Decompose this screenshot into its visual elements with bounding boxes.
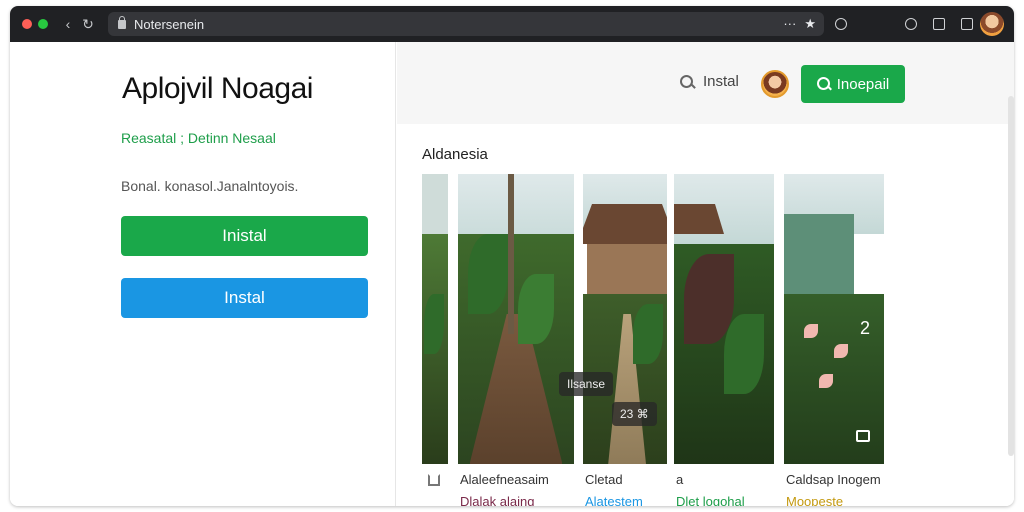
address-bar[interactable]: Notersenein ··· ★	[108, 12, 824, 36]
bookmark-star-icon[interactable]: ★	[804, 16, 816, 32]
avatar[interactable]	[761, 70, 789, 98]
gallery-card[interactable]: 23 ⌘ a Dlet logohal	[612, 174, 774, 506]
header-install-button[interactable]: Inoepail	[801, 65, 905, 103]
home-icon[interactable]	[428, 474, 440, 486]
maximize-window-button[interactable]	[38, 19, 48, 29]
primary-install-button[interactable]: Inistal	[121, 216, 368, 256]
image-gallery: Alaleefneasaim Dlalak alaing Ilsanse Cle…	[422, 174, 892, 506]
gallery-card[interactable]: Ilsanse Cletad Alatestem	[559, 174, 667, 506]
search-icon	[679, 74, 695, 90]
search-link[interactable]: Instal	[679, 73, 739, 90]
card-caption: Cletad	[585, 472, 623, 487]
profile-avatar-icon[interactable]	[980, 12, 1004, 36]
card-caption: Alaleefneasaim	[460, 472, 549, 487]
save-image-icon[interactable]	[856, 430, 870, 442]
photo-counter-tag[interactable]: 23 ⌘	[612, 402, 657, 426]
header-install-label: Inoepail	[836, 75, 890, 93]
gallery-card[interactable]: 2 Caldsap Inogem Moopeste	[784, 174, 884, 506]
card-subcaption[interactable]: Moopeste	[786, 494, 843, 506]
card-caption: Caldsap Inogem	[786, 472, 881, 487]
more-icon[interactable]: ···	[783, 16, 796, 32]
gallery-photo	[458, 174, 574, 464]
app-info-panel: Aplojvil Noagai Reasatal ; Detinn Nesaal…	[10, 42, 396, 506]
gallery-card[interactable]	[422, 174, 448, 506]
app-title: Aplojvil Noagai	[122, 72, 313, 105]
back-icon[interactable]: ‹	[58, 14, 78, 34]
extension-icon[interactable]	[832, 15, 850, 33]
gallery-panel: Instal Inoepail Aldanesia Alaleefneasaim…	[397, 42, 1014, 506]
search-link-label: Instal	[703, 73, 739, 90]
section-title: Aldanesia	[422, 146, 488, 163]
breadcrumb[interactable]: Reasatal ; Detinn Nesaal	[121, 130, 276, 146]
gallery-header: Instal Inoepail	[397, 42, 1014, 124]
app-description: Bonal. konasol.Janalntoyois.	[121, 178, 299, 194]
puzzle-icon[interactable]	[930, 15, 948, 33]
close-window-button[interactable]	[22, 19, 32, 29]
reload-icon[interactable]: ↻	[78, 14, 98, 34]
browser-window: ‹ ↻ Notersenein ··· ★ Aplojvil Noagai Re…	[10, 6, 1014, 506]
sidebar-icon[interactable]	[958, 15, 976, 33]
side-counter: 2	[860, 318, 871, 338]
info-icon[interactable]	[902, 15, 920, 33]
url-text: Notersenein	[134, 16, 205, 32]
secondary-install-button[interactable]: Instal	[121, 278, 368, 318]
card-subcaption[interactable]: Dlet logohal	[676, 494, 745, 506]
card-subcaption[interactable]: Alatestem	[585, 494, 643, 506]
gallery-photo	[674, 174, 774, 464]
lock-icon	[118, 15, 126, 29]
page-scrollbar[interactable]	[1008, 96, 1014, 456]
card-subcaption[interactable]: Dlalak alaing	[460, 494, 534, 506]
browser-toolbar: ‹ ↻ Notersenein ··· ★	[10, 6, 1014, 42]
photo-location-tag[interactable]: Ilsanse	[559, 372, 614, 396]
gallery-card[interactable]: Alaleefneasaim Dlalak alaing	[458, 174, 574, 506]
search-icon	[816, 77, 831, 91]
card-caption: a	[676, 472, 684, 487]
gallery-photo	[422, 174, 448, 464]
